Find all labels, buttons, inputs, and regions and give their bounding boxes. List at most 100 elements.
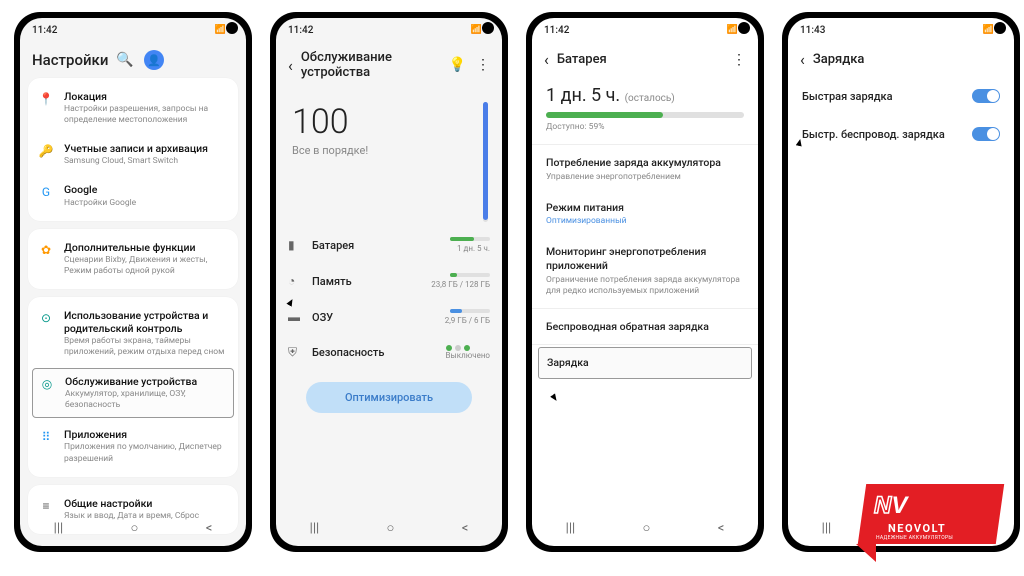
settings-item[interactable]: ⊙Использование устройства и родительский… [28,301,238,366]
battery-summary: 1 дн. 5 ч. (осталось) Доступно: 59% [532,77,758,142]
item-sub: Управление энергопотреблением [546,172,744,183]
charging-toggle[interactable]: Быстр. беспровод. зарядка [788,115,1014,153]
toggle-label: Быстр. беспровод. зарядка [802,128,972,141]
nav-back[interactable]: < [206,521,213,536]
page-title: Зарядка [813,52,1002,67]
item-label: Google [64,183,228,196]
status-time: 11:42 [544,25,569,36]
more-icon[interactable]: ⋮ [732,52,746,68]
item-label: Учетные записи и архивация [64,142,228,155]
item-icon: ⠿ [38,429,54,445]
item-label: Дополнительные функции [64,241,228,254]
battery-item[interactable]: Беспроводная обратная зарядка [532,311,758,343]
item-icon: ▬ [288,310,302,324]
item-icon: ◎ [39,376,55,392]
nav-bar: ||| ○ < [20,514,246,542]
item-icon: ⛨ [288,345,302,360]
item-value: 1 дн. 5 ч. [450,237,490,253]
toggle-switch[interactable] [972,127,1000,141]
header: ‹ Батарея ⋮ [532,42,758,77]
neovolt-logo: NV NEOVOLT НАДЕЖНЫЕ АККУМУЛЯТОРЫ [856,484,1006,562]
item-label: Беспроводная обратная зарядка [546,320,744,334]
status-time: 11:42 [288,25,313,36]
settings-item[interactable]: 📍ЛокацияНастройки разрешения, запросы на… [28,82,238,134]
care-item[interactable]: ▮Батарея1 дн. 5 ч. [276,227,502,263]
care-item[interactable]: ⛨БезопасностьВыключено [276,335,502,370]
item-label: Обслуживание устройства [65,375,227,388]
back-icon[interactable]: ‹ [288,56,293,75]
item-label: Память [312,275,421,288]
nav-recent[interactable]: ||| [822,521,832,536]
item-sub: Оптимизированный [546,216,744,227]
item-icon: ◔ [288,274,302,288]
item-label: Безопасность [312,346,436,359]
nav-back[interactable]: < [718,521,725,536]
item-label: Приложения [64,428,228,441]
page-title: Обслуживание устройства [301,50,441,80]
header: ‹ Зарядка [788,42,1014,77]
battery-item[interactable]: Режим питанияОптимизированный [532,192,758,237]
item-label: Локация [64,90,228,103]
nav-bar: ||| ○ < [532,514,758,542]
nav-home[interactable]: ○ [643,520,651,536]
toggle-switch[interactable] [972,89,1000,103]
back-icon[interactable]: ‹ [544,50,549,69]
settings-item[interactable]: GGoogleНастройки Google [28,175,238,216]
nav-home[interactable]: ○ [387,520,395,536]
nav-recent[interactable]: ||| [566,521,576,536]
care-item[interactable]: ◔ Память 23,8 ГБ / 128 ГБ [276,263,502,299]
score-value: 100 [292,102,486,142]
toggle-label: Быстрая зарядка [802,90,972,103]
item-icon: ▮ [288,238,302,252]
logo-tagline: НАДЕЖНЫЕ АККУМУЛЯТОРЫ [876,535,953,541]
camera-hole [994,22,1006,34]
bulb-icon[interactable]: 💡 [449,57,466,73]
nav-back[interactable]: < [462,521,469,536]
item-sub: Samsung Cloud, Smart Switch [64,156,228,167]
battery-item[interactable]: Потребление заряда аккумулятора Управлени… [532,147,758,192]
status-time: 11:43 [800,25,825,36]
phone-1: 11:42 📶▮ Настройки 🔍 👤 📍ЛокацияНастройки… [14,12,252,552]
item-label: Потребление заряда аккумулятора [546,156,744,170]
charging-toggle[interactable]: Быстрая зарядка [788,77,1014,115]
nav-recent[interactable]: ||| [310,521,320,536]
nav-recent[interactable]: ||| [54,521,64,536]
time-left: 1 дн. 5 ч. [546,85,620,106]
settings-item[interactable]: ◎ Обслуживание устройстваАккумулятор, хра… [32,368,234,418]
settings-item[interactable]: 🔑Учетные записи и архивацияSamsung Cloud… [28,134,238,175]
item-icon: ≡ [38,498,54,514]
status-bar: 11:42 📶▮ [20,18,246,42]
nav-home[interactable]: ○ [131,520,139,536]
item-value: 23,8 ГБ / 128 ГБ [431,273,490,289]
avatar[interactable]: 👤 [144,50,164,70]
score-bar [483,102,488,222]
item-sub: Настройки разрешения, запросы на определ… [64,104,228,126]
item-sub: Сценарии Bixby, Движения и жесты, Режим … [64,255,228,277]
status-time: 11:42 [32,25,57,36]
battery-item[interactable]: Зарядка [538,347,752,379]
item-sub: Аккумулятор, хранилище, ОЗУ, безопасност… [65,389,227,411]
more-icon[interactable]: ⋮ [476,57,490,73]
logo-brand: NEOVOLT [888,522,946,535]
battery-bar [546,112,744,118]
phone-3: 11:42 📶▮ ‹ Батарея ⋮ 1 дн. 5 ч. (осталос… [526,12,764,552]
nav-bar: ||| ○ < [276,514,502,542]
care-item[interactable]: ▬ОЗУ2,9 ГБ / 6 ГБ [276,299,502,335]
item-label: Общие настройки [64,497,228,510]
settings-item[interactable]: ⠿ПриложенияПриложения по умолчанию, Дисп… [28,420,238,472]
camera-hole [482,22,494,34]
battery-item[interactable]: Мониторинг энергопотребления приложенийО… [532,236,758,305]
time-suffix: (осталось) [625,93,675,104]
item-label: Мониторинг энергопотребления приложений [546,245,744,272]
settings-header: Настройки 🔍 👤 [20,42,246,78]
settings-item[interactable]: ✿Дополнительные функцииСценарии Bixby, Д… [28,233,238,285]
status-bar: 11:42 📶▮ [532,18,758,42]
phone-2: 11:42 📶▮ ‹ Обслуживание устройства 💡 ⋮ 1… [270,12,508,552]
item-sub: Настройки Google [64,198,228,209]
status-bar: 11:42 📶▮ [276,18,502,42]
back-icon[interactable]: ‹ [800,50,805,69]
optimize-button[interactable]: Оптимизировать [306,382,472,413]
item-sub: Время работы экрана, таймеры приложений,… [64,336,228,358]
search-icon[interactable]: 🔍 [116,52,133,68]
item-label: Зарядка [547,356,743,370]
